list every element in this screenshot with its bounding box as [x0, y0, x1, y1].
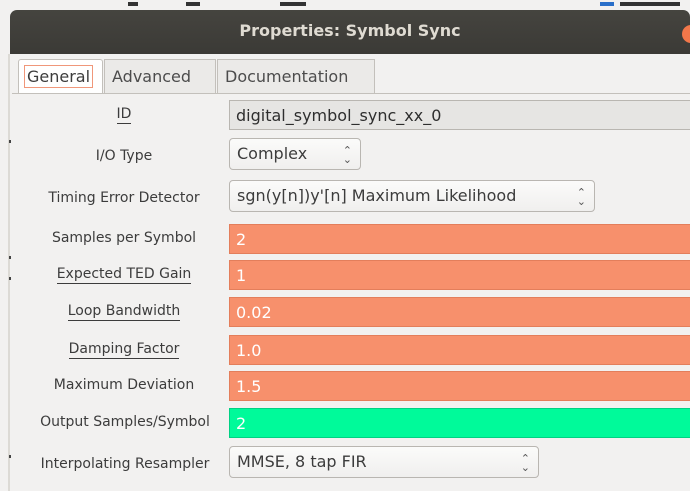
damping-factor-field[interactable]: 1.0 [229, 335, 690, 365]
id-label: ID [116, 106, 132, 124]
resampler-value: MMSE, 8 tap FIR [237, 452, 367, 471]
parent-window-tick [9, 140, 11, 143]
resampler-label: Interpolating Resampler [40, 456, 210, 472]
background-mark [186, 2, 200, 6]
loop-bandwidth-label: Loop Bandwidth [67, 303, 181, 321]
sps-field[interactable]: 2 [229, 224, 690, 254]
dialog-titlebar[interactable]: Properties: Symbol Sync × [10, 10, 690, 54]
dialog-title: Properties: Symbol Sync [239, 21, 461, 40]
ted-value: sgn(y[n])y'[n] Maximum Likelihood [237, 186, 517, 205]
parent-window-tick [9, 455, 11, 458]
max-deviation-label: Maximum Deviation [53, 377, 195, 393]
max-deviation-field[interactable]: 1.5 [229, 371, 690, 401]
loop-bandwidth-field[interactable]: 0.02 [229, 297, 690, 327]
background-mark [600, 2, 614, 6]
tab-documentation-label: Documentation [225, 67, 349, 86]
tab-general[interactable]: General [18, 59, 103, 93]
io-type-label: I/O Type [95, 148, 153, 164]
ted-gain-field[interactable]: 1 [229, 260, 690, 290]
io-type-select[interactable]: Complex ⌃ ⌄ [229, 138, 361, 170]
resampler-select[interactable]: MMSE, 8 tap FIR ⌃ ⌄ [229, 446, 539, 478]
tab-documentation[interactable]: Documentation [217, 59, 375, 93]
background-mark [280, 2, 306, 6]
output-sps-field[interactable]: 2 [229, 408, 690, 438]
parent-window-edge [8, 54, 10, 491]
ted-select[interactable]: sgn(y[n])y'[n] Maximum Likelihood ⌃ ⌄ [229, 180, 595, 212]
tab-bar-border [12, 93, 690, 94]
tab-general-label: General [23, 65, 94, 88]
output-sps-label: Output Samples/Symbol [40, 414, 210, 430]
combo-arrows-icon: ⌃ ⌄ [342, 143, 352, 166]
sps-label: Samples per Symbol [51, 230, 197, 246]
id-field[interactable]: digital_symbol_sync_xx_0 [229, 100, 690, 130]
combo-arrows-icon: ⌃ ⌄ [520, 451, 530, 474]
combo-arrows-icon: ⌃ ⌄ [576, 185, 586, 208]
parent-window-tick [9, 277, 11, 280]
tab-advanced-label: Advanced [112, 67, 192, 86]
ted-label: Timing Error Detector [48, 190, 200, 206]
ted-gain-label: Expected TED Gain [56, 266, 192, 284]
background-mark [128, 2, 138, 6]
close-button[interactable]: × [682, 25, 690, 43]
damping-factor-label: Damping Factor [68, 341, 180, 359]
background-window-strip [0, 0, 690, 10]
io-type-value: Complex [237, 144, 308, 163]
tab-advanced[interactable]: Advanced [104, 59, 216, 93]
background-mark [620, 2, 680, 6]
parent-window-tick [9, 256, 11, 259]
